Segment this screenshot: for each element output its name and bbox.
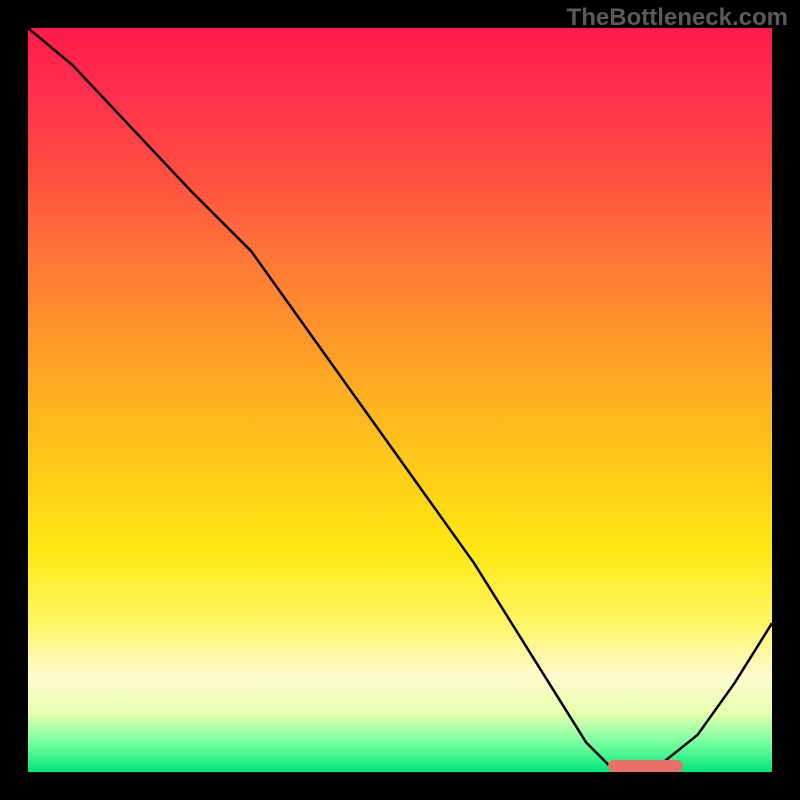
bottleneck-curve [28,28,772,765]
curve-layer [28,28,772,772]
optimum-marker [608,760,682,772]
watermark-text: TheBottleneck.com [567,4,788,32]
plot-area [28,28,772,772]
